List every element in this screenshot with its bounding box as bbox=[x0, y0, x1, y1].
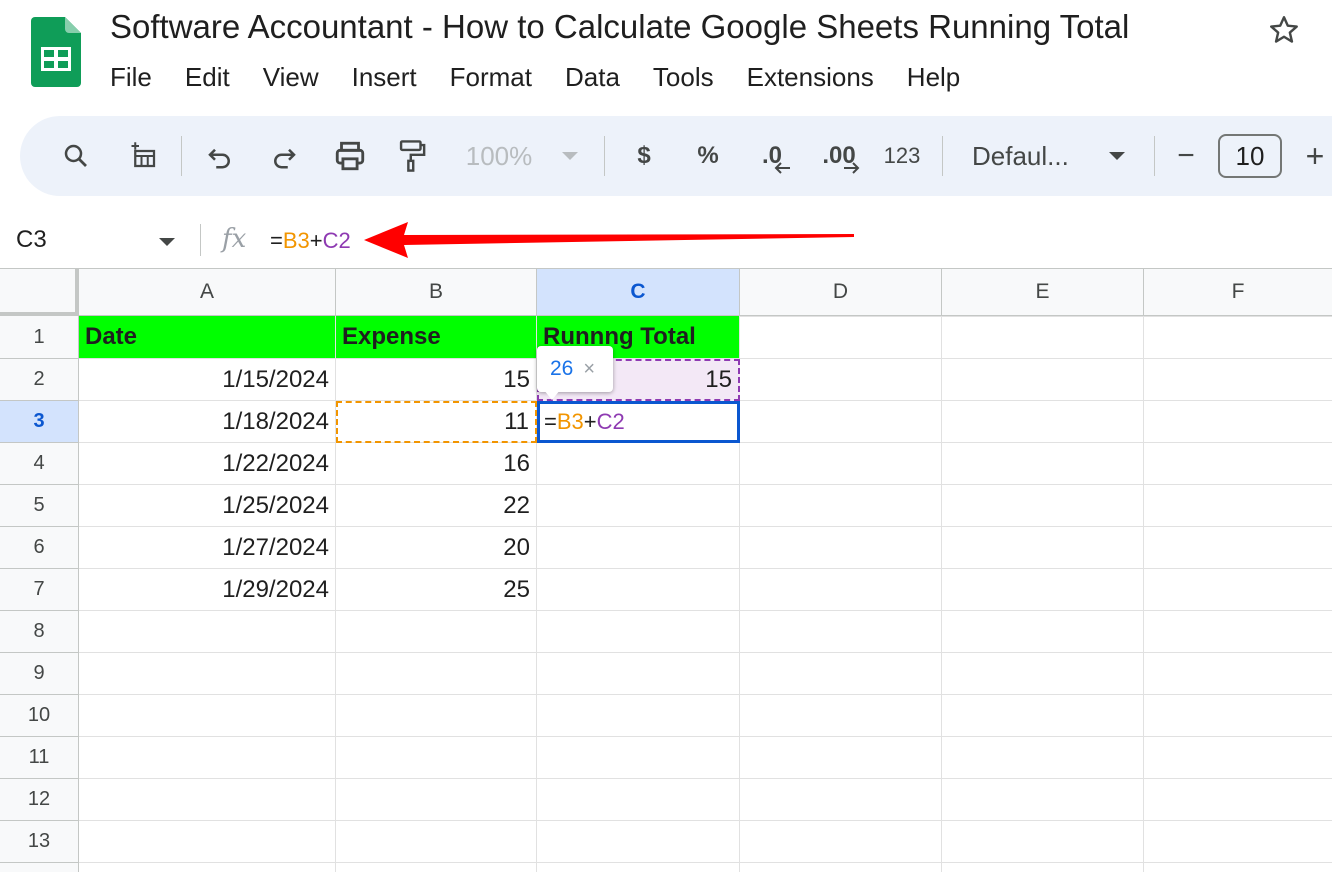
menu-help[interactable]: Help bbox=[907, 62, 960, 93]
document-title[interactable]: Software Accountant - How to Calculate G… bbox=[110, 8, 1129, 46]
row-header-14[interactable] bbox=[0, 863, 79, 872]
font-size-increase-button[interactable]: + bbox=[1300, 116, 1330, 196]
row-header-10[interactable]: 10 bbox=[0, 695, 79, 737]
column-header-e[interactable]: E bbox=[942, 269, 1144, 316]
row-header-6[interactable]: 6 bbox=[0, 527, 79, 569]
cell-formula-equals: = bbox=[544, 409, 557, 434]
column-header-a[interactable]: A bbox=[79, 269, 336, 316]
cell-formula-ref-b3: B3 bbox=[556, 409, 584, 434]
formula-bar-divider bbox=[200, 224, 201, 256]
cell-a5[interactable]: 1/25/2024 bbox=[79, 485, 336, 527]
row-header-11[interactable]: 11 bbox=[0, 737, 79, 779]
fx-icon: fx bbox=[222, 224, 247, 254]
cell-a4[interactable]: 1/22/2024 bbox=[79, 443, 336, 485]
cell-formula-operator: + bbox=[583, 409, 597, 434]
menu-view[interactable]: View bbox=[263, 62, 319, 93]
cell-a3[interactable]: 1/18/2024 bbox=[79, 401, 336, 443]
select-all-corner[interactable] bbox=[0, 269, 79, 316]
cell-a7[interactable]: 1/29/2024 bbox=[79, 569, 336, 611]
menu-edit[interactable]: Edit bbox=[185, 62, 230, 93]
menu-tools[interactable]: Tools bbox=[653, 62, 714, 93]
toolbar-divider bbox=[604, 136, 605, 176]
cell-c3-editor[interactable]: = B3 + C2 bbox=[537, 401, 740, 443]
column-header-f[interactable]: F bbox=[1144, 269, 1332, 316]
font-family-select[interactable]: Defaul... bbox=[972, 116, 1086, 196]
formula-ref-b3: B3 bbox=[282, 228, 310, 253]
menus-icon[interactable] bbox=[124, 116, 164, 196]
sheets-logo[interactable] bbox=[31, 17, 81, 87]
decrease-decimal-button[interactable]: .0 bbox=[750, 116, 794, 196]
row-header-9[interactable]: 9 bbox=[0, 653, 79, 695]
toolbar: 100% $ % .0 .00 123 Defaul... − + bbox=[20, 116, 1332, 196]
cell-b5[interactable]: 22 bbox=[336, 485, 537, 527]
percent-format-button[interactable]: % bbox=[690, 116, 726, 196]
toolbar-divider bbox=[942, 136, 943, 176]
undo-icon[interactable] bbox=[200, 116, 240, 196]
menu-data[interactable]: Data bbox=[565, 62, 620, 93]
search-icon[interactable] bbox=[56, 116, 96, 196]
row-header-3[interactable]: 3 bbox=[0, 401, 79, 443]
formula-operator: + bbox=[309, 228, 323, 253]
zoom-dropdown-icon[interactable] bbox=[558, 116, 582, 196]
cell-a2[interactable]: 1/15/2024 bbox=[79, 359, 336, 401]
column-header-b[interactable]: B bbox=[336, 269, 537, 316]
name-box-dropdown-icon[interactable] bbox=[158, 234, 176, 252]
cell-b1[interactable]: Expense bbox=[336, 316, 537, 359]
menu-bar: File Edit View Insert Format Data Tools … bbox=[110, 62, 993, 93]
column-header-c[interactable]: C bbox=[537, 269, 740, 316]
font-size-input[interactable]: 10 bbox=[1218, 134, 1282, 178]
print-icon[interactable] bbox=[328, 116, 372, 196]
font-dropdown-icon[interactable] bbox=[1106, 116, 1128, 196]
tooltip-pointer bbox=[544, 390, 560, 400]
column-header-d[interactable]: D bbox=[740, 269, 942, 316]
menu-insert[interactable]: Insert bbox=[352, 62, 417, 93]
toolbar-divider bbox=[181, 136, 182, 176]
cell-formula-ref-c2: C2 bbox=[596, 409, 625, 434]
redo-icon[interactable] bbox=[264, 116, 304, 196]
row-header-4[interactable]: 4 bbox=[0, 443, 79, 485]
zoom-select[interactable]: 100% bbox=[460, 116, 538, 196]
preview-value: 26 bbox=[550, 357, 574, 380]
menu-file[interactable]: File bbox=[110, 62, 152, 93]
star-icon[interactable] bbox=[1266, 12, 1302, 48]
row-header-2[interactable]: 2 bbox=[0, 359, 79, 401]
formula-equals: = bbox=[270, 228, 283, 253]
formula-input[interactable]: =B3+C2 bbox=[270, 228, 351, 254]
cell-b6[interactable]: 20 bbox=[336, 527, 537, 569]
paint-format-icon[interactable] bbox=[392, 116, 432, 196]
cell-b4[interactable]: 16 bbox=[336, 443, 537, 485]
cell-b3[interactable]: 11 bbox=[336, 401, 537, 443]
row-header-7[interactable]: 7 bbox=[0, 569, 79, 611]
row-header-13[interactable]: 13 bbox=[0, 821, 79, 863]
menu-format[interactable]: Format bbox=[450, 62, 532, 93]
cell-a6[interactable]: 1/27/2024 bbox=[79, 527, 336, 569]
font-size-decrease-button[interactable]: − bbox=[1170, 116, 1202, 196]
toolbar-divider bbox=[1154, 136, 1155, 176]
cell-b2[interactable]: 15 bbox=[336, 359, 537, 401]
cell-b7[interactable]: 25 bbox=[336, 569, 537, 611]
row-header-1[interactable]: 1 bbox=[0, 316, 79, 359]
formula-ref-c2: C2 bbox=[322, 228, 351, 253]
annotation-arrow bbox=[360, 218, 860, 267]
row-header-8[interactable]: 8 bbox=[0, 611, 79, 653]
close-icon[interactable]: × bbox=[583, 358, 595, 381]
currency-format-button[interactable]: $ bbox=[626, 116, 662, 196]
row-header-12[interactable]: 12 bbox=[0, 779, 79, 821]
cell-a1[interactable]: Date bbox=[79, 316, 336, 359]
more-formats-button[interactable]: 123 bbox=[876, 116, 928, 196]
row-header-5[interactable]: 5 bbox=[0, 485, 79, 527]
name-box[interactable]: C3 bbox=[16, 226, 47, 254]
formula-result-preview: 26 × bbox=[537, 346, 613, 392]
increase-decimal-button[interactable]: .00 bbox=[814, 116, 864, 196]
menu-extensions[interactable]: Extensions bbox=[747, 62, 874, 93]
